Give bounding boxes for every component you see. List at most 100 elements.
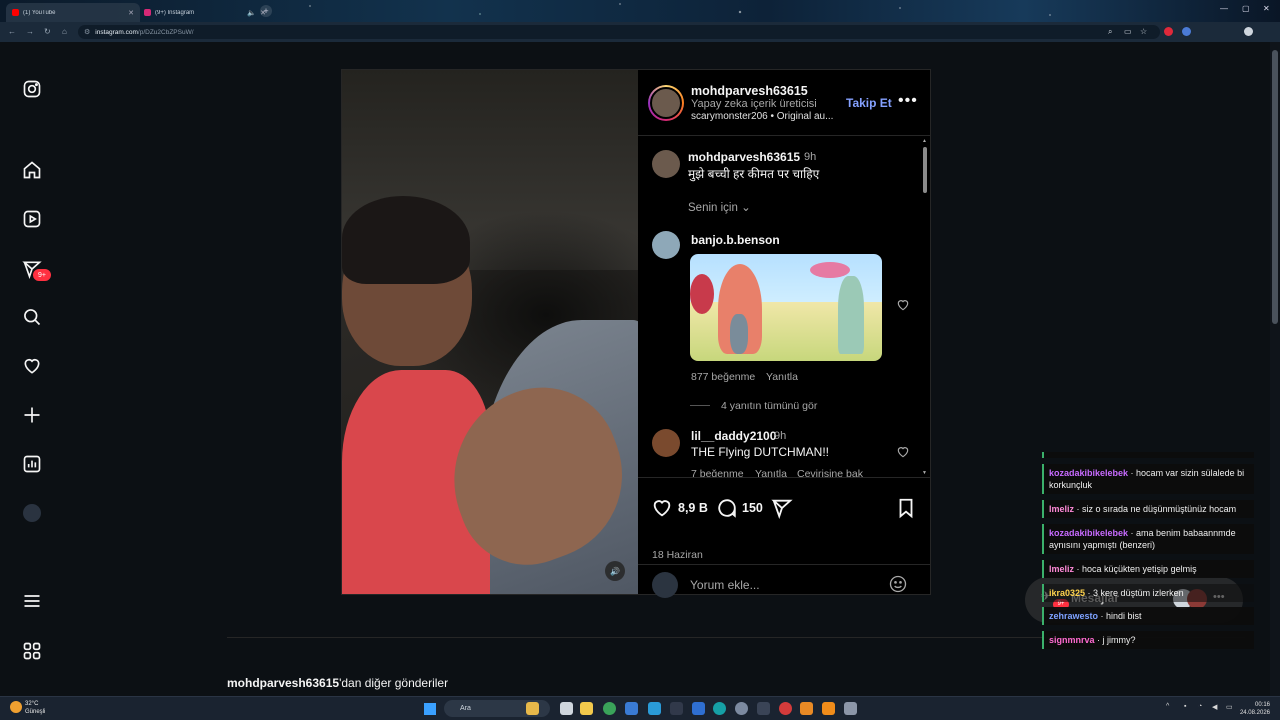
taskbar-app-icon[interactable] (648, 702, 661, 715)
comment-likes[interactable]: 7 beğenme (691, 468, 744, 477)
url-field[interactable]: ⚙ instagram.com/p/DZu2CbZPSuW/ (78, 25, 1160, 39)
dashboard-icon[interactable] (21, 453, 43, 475)
more-options-icon[interactable]: ••• (898, 92, 918, 110)
caption-avatar[interactable] (652, 150, 680, 178)
like-icon[interactable] (651, 497, 673, 519)
taskbar-clock[interactable]: 00:16 24.08.2026 (1238, 701, 1270, 717)
home-icon[interactable]: ⌂ (62, 27, 67, 36)
taskbar-app-icon[interactable] (735, 702, 748, 715)
profile-avatar[interactable] (23, 504, 41, 522)
view-replies-button[interactable]: 4 yanıtın tümünü gör (721, 400, 817, 412)
volume-icon[interactable]: 🔊 (605, 561, 625, 581)
audio-link[interactable]: scarymonster206 • Original au... (691, 111, 851, 122)
file-explorer-icon[interactable] (580, 702, 593, 715)
chat-message: kozadakibikelebek · ama benim babaannmde… (1042, 524, 1254, 554)
reels-icon[interactable] (21, 208, 43, 230)
comment-icon[interactable] (716, 497, 738, 519)
notification-badge: 9+ (32, 268, 52, 282)
comments-scrollbar[interactable]: ▲ ▼ (922, 137, 930, 477)
chat-message: ikra0325 · 3 kere düştüm izlerken (1042, 584, 1254, 602)
settings-icon[interactable] (844, 702, 857, 715)
post-dialog: 🔊 mohdparvesh63615 Yapay zeka içerik üre… (341, 69, 931, 598)
chrome-icon[interactable] (603, 702, 616, 715)
follow-button[interactable]: Takip Et (846, 96, 892, 110)
bookmark-star-icon[interactable]: ☆ (1140, 27, 1147, 36)
speaker-icon[interactable]: ◀ (1212, 703, 1217, 711)
taskbar-app-icon[interactable] (560, 702, 573, 715)
author-avatar[interactable] (648, 85, 684, 121)
reload-icon[interactable]: ↻ (44, 27, 51, 36)
back-icon[interactable]: ← (8, 27, 16, 36)
chevron-up-icon[interactable]: ^ (1166, 703, 1169, 710)
share-icon[interactable] (771, 497, 793, 520)
tray-app-icon[interactable]: ▪ (1184, 703, 1186, 710)
zoom-icon[interactable]: ⌕ (1108, 27, 1112, 37)
caption-text: मुझे बच्ची हर कीमत पर चाहिए (688, 167, 820, 181)
weather-icon[interactable] (10, 701, 22, 713)
tab-instagram[interactable]: (9+) Instagram 🔈 ✕ (138, 3, 272, 22)
close-tab-icon[interactable]: ✕ (128, 9, 134, 17)
taskbar-app-icon[interactable] (625, 702, 638, 715)
author-username[interactable]: mohdparvesh63615 (691, 84, 808, 98)
commenter-avatar[interactable] (652, 429, 680, 457)
taskbar-app-icon[interactable] (800, 702, 813, 715)
menu-icon[interactable] (21, 590, 43, 612)
more-posts-suffix: 'dan diğer gönderiler (339, 676, 449, 690)
for-you-dropdown[interactable]: Senin için ⌄ (688, 200, 751, 214)
battery-icon[interactable]: ▭ (1226, 703, 1233, 711)
comment-count[interactable]: 150 (742, 501, 763, 515)
search-icon[interactable] (21, 306, 43, 328)
profile-avatar[interactable] (1244, 27, 1253, 36)
more-posts-user[interactable]: mohdparvesh63615 (227, 676, 339, 690)
commenter-username[interactable]: banjo.b.benson (691, 233, 780, 247)
speaker-icon[interactable]: 🔈 (247, 9, 256, 17)
reel-video[interactable]: 🔊 (342, 70, 638, 594)
close-window-icon[interactable]: ✕ (1263, 4, 1270, 13)
also-from-meta-icon[interactable] (21, 640, 43, 662)
add-comment-input[interactable] (690, 576, 880, 594)
weather-widget[interactable]: 32°C Güneşli (25, 700, 45, 716)
see-translation-button[interactable]: Çevirisine bak (797, 468, 863, 477)
extension-icon[interactable] (1182, 27, 1191, 36)
windows-taskbar: 32°C Güneşli Ara ^ ▪ ◔ ◀ ▭ 00:16 24.08.202… (0, 696, 1280, 720)
cast-icon[interactable]: ▭ (1124, 27, 1132, 36)
minimize-icon[interactable]: — (1220, 4, 1228, 13)
create-plus-icon[interactable] (21, 404, 43, 426)
emoji-icon[interactable] (888, 574, 908, 594)
chat-message-cut (1042, 452, 1254, 458)
commenter-username[interactable]: lil__daddy2100 (691, 429, 776, 443)
page-scrollbar[interactable] (1270, 42, 1280, 696)
taskbar-app-icon[interactable] (526, 702, 539, 715)
chat-message: kozadakibikelebek · hocam var sizin süla… (1042, 464, 1254, 494)
reply-button[interactable]: Yanıtla (766, 371, 798, 383)
caption-username[interactable]: mohdparvesh63615 (688, 150, 800, 164)
steam-icon[interactable] (670, 702, 683, 715)
browser-tab-bar: (1) YouTube ✕ (9+) Instagram 🔈 ✕ + — ▢ ✕ (0, 0, 1280, 22)
wifi-icon[interactable]: ◔ (1198, 703, 1202, 710)
post-actions: 8,9 B 150 18 Haziran (638, 477, 930, 598)
heart-icon[interactable] (21, 355, 43, 377)
more-posts-heading: mohdparvesh63615'dan diğer gönderiler (227, 676, 448, 690)
like-comment-icon[interactable] (896, 298, 910, 312)
taskbar-app-icon[interactable] (692, 702, 705, 715)
like-comment-icon[interactable] (896, 445, 910, 459)
tab-youtube[interactable]: (1) YouTube ✕ (6, 3, 140, 22)
site-info-icon[interactable]: ⚙ (84, 28, 90, 36)
reply-button[interactable]: Yanıtla (755, 468, 787, 477)
tab-label: (9+) Instagram (155, 9, 195, 16)
taskbar-app-icon[interactable] (779, 702, 792, 715)
vlc-icon[interactable] (822, 702, 835, 715)
like-count[interactable]: 8,9 B (678, 501, 708, 515)
comment-likes[interactable]: 877 beğenme (691, 371, 755, 383)
new-tab-button[interactable]: + (260, 5, 272, 17)
windows-start-icon[interactable] (424, 703, 436, 715)
commenter-avatar[interactable] (652, 231, 680, 259)
extension-icon[interactable] (1164, 27, 1173, 36)
taskbar-app-icon[interactable] (713, 702, 726, 715)
maximize-icon[interactable]: ▢ (1242, 4, 1250, 13)
home-icon[interactable] (21, 159, 43, 181)
taskbar-app-icon[interactable] (757, 702, 770, 715)
save-bookmark-icon[interactable] (895, 497, 917, 519)
forward-icon[interactable]: → (26, 27, 34, 36)
instagram-logo-icon[interactable] (21, 78, 43, 100)
